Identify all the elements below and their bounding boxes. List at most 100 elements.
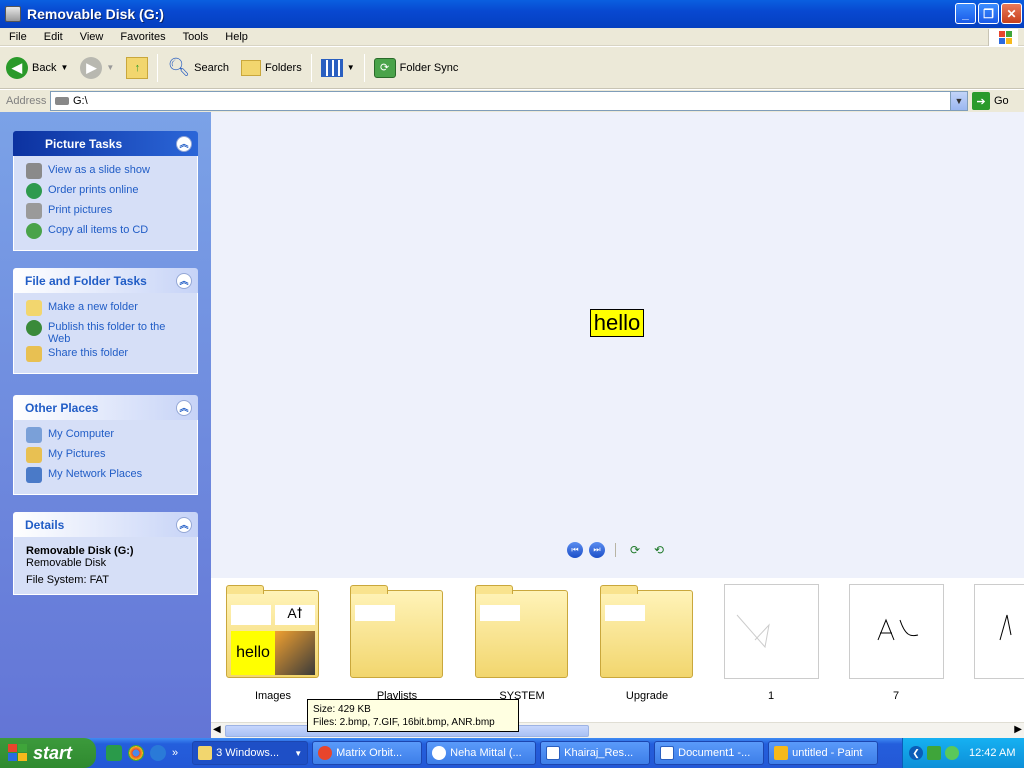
folder-icon (198, 746, 213, 760)
go-label: Go (994, 95, 1009, 107)
taskbar-button-neha-mittal[interactable]: Neha Mittal (... (426, 741, 537, 765)
address-label: Address (6, 95, 47, 107)
my-network-places-link[interactable]: My Network Places (26, 466, 187, 486)
collapse-icon[interactable]: ︽ (176, 516, 192, 533)
details-panel: Details ︽ Removable Disk (G:) Removable … (13, 512, 198, 595)
printer-icon (26, 203, 42, 219)
filmstrip-item-1[interactable]: 1 (723, 584, 819, 702)
filmstrip-item-system[interactable]: SYSTEM (474, 584, 570, 702)
taskbar-button-khairaj-resume[interactable]: Khairaj_Res... (540, 741, 651, 765)
chrome-icon (318, 746, 333, 760)
close-button[interactable]: ✕ (1001, 3, 1022, 24)
filmstrip-item-upgrade[interactable]: Upgrade (599, 584, 695, 702)
menu-view[interactable]: View (71, 31, 112, 43)
forward-arrow-icon: ▶ (80, 56, 103, 79)
window-title: Removable Disk (G:) (27, 6, 164, 22)
copy-to-cd-link[interactable]: Copy all items to CD (26, 222, 187, 242)
tooltip-size: Size: 429 KB (313, 704, 371, 715)
next-image-button[interactable]: ⏭ (589, 542, 605, 558)
sketch-thumbnail (736, 614, 770, 649)
network-icon (26, 467, 42, 483)
details-type: Removable Disk (26, 557, 107, 569)
my-pictures-link[interactable]: My Pictures (26, 446, 187, 466)
start-button[interactable]: start (0, 738, 96, 768)
details-header[interactable]: Details ︽ (13, 512, 198, 537)
preview-image[interactable]: hello (590, 309, 644, 337)
title-bar[interactable]: Removable Disk (G:) _ ❐ ✕ (0, 0, 1024, 28)
search-button[interactable]: 🔍︎ Search (161, 52, 235, 84)
preview-controls: ⏮ ⏭ ⟳ ⟲ (567, 542, 668, 558)
windows-flag-icon (8, 744, 28, 762)
group-dropdown-icon: ▼ (294, 748, 303, 758)
scroll-right-icon[interactable]: ▶ (1014, 724, 1022, 735)
quick-launch: » (106, 745, 178, 761)
views-button[interactable]: ▼ (315, 52, 361, 84)
back-label: Back (32, 61, 57, 74)
quicklaunch-more-icon[interactable]: » (172, 747, 178, 759)
print-pictures-link[interactable]: Print pictures (26, 202, 187, 222)
collapse-icon[interactable]: ︽ (176, 272, 192, 289)
previous-image-button[interactable]: ⏮ (567, 542, 583, 558)
menu-help[interactable]: Help (216, 31, 256, 43)
taskbar-button-document1[interactable]: Document1 -... (654, 741, 765, 765)
network-tray-icon[interactable] (927, 746, 941, 760)
file-folder-tasks-title: File and Folder Tasks (25, 273, 147, 288)
details-filesystem: File System: FAT (26, 574, 109, 586)
internet-explorer-icon[interactable] (150, 745, 166, 761)
back-dropdown-icon[interactable]: ▼ (60, 63, 68, 72)
taskbar-button-matrix-orbit[interactable]: Matrix Orbit... (312, 741, 423, 765)
address-value: G:\ (73, 95, 88, 107)
order-prints-link[interactable]: Order prints online (26, 182, 187, 202)
menu-favorites[interactable]: Favorites (111, 31, 173, 43)
filmstrip-item-7[interactable]: 7 (848, 584, 944, 702)
computer-icon (26, 427, 42, 443)
folder-sync-button[interactable]: ⟳ Folder Sync (368, 52, 465, 84)
up-button[interactable]: ↑ (120, 52, 154, 84)
rotate-clockwise-button[interactable]: ⟳ (626, 543, 644, 557)
publish-web-link[interactable]: Publish this folder to the Web (26, 319, 187, 345)
restore-button[interactable]: ❐ (978, 3, 999, 24)
views-icon (320, 58, 343, 77)
address-dropdown-button[interactable]: ▼ (950, 92, 967, 110)
forward-button[interactable]: ▶ ▼ (74, 52, 120, 84)
collapse-icon[interactable]: ︽ (176, 399, 192, 416)
task-pane: Picture Tasks ︽ View as a slide show Ord… (0, 112, 211, 738)
details-name: Removable Disk (G:) (26, 545, 134, 557)
my-computer-link[interactable]: My Computer (26, 426, 187, 446)
picture-tasks-header[interactable]: Picture Tasks ︽ (13, 131, 198, 156)
menu-edit[interactable]: Edit (35, 31, 71, 43)
back-button[interactable]: ◀ Back ▼ (0, 52, 74, 84)
clock[interactable]: 12:42 AM (969, 747, 1015, 759)
forward-dropdown-icon[interactable]: ▼ (106, 63, 114, 72)
filmstrip-item-8[interactable]: 8 (973, 584, 1024, 680)
scroll-left-icon[interactable]: ◀ (213, 724, 221, 735)
share-folder-link[interactable]: Share this folder (26, 345, 187, 365)
other-places-panel: Other Places ︽ My Computer My Pictures M… (13, 395, 198, 495)
show-hidden-icons-button[interactable]: ❮ (909, 746, 923, 760)
go-button[interactable]: ➔ Go (972, 92, 1009, 110)
filmstrip-label: 8 (973, 690, 1024, 702)
menu-file[interactable]: File (0, 31, 35, 43)
view-slideshow-link[interactable]: View as a slide show (26, 162, 187, 182)
menu-bar: File Edit View Favorites Tools Help (0, 28, 1024, 46)
quicklaunch-app-icon[interactable] (106, 745, 122, 761)
address-input[interactable]: G:\ ▼ (50, 91, 968, 111)
filmstrip-item-images[interactable]: Aꝉ hello Images (225, 584, 321, 702)
security-tray-icon[interactable] (945, 746, 959, 760)
photo-thumbnail (275, 631, 315, 675)
file-folder-tasks-panel: File and Folder Tasks ︽ Make a new folde… (13, 268, 198, 374)
menu-tools[interactable]: Tools (174, 31, 217, 43)
chrome-icon[interactable] (128, 745, 144, 761)
rotate-counterclockwise-button[interactable]: ⟲ (650, 543, 668, 557)
collapse-icon[interactable]: ︽ (176, 135, 192, 152)
folders-button[interactable]: Folders (235, 52, 308, 84)
filmstrip-item-playlists[interactable]: Playlists (349, 584, 445, 702)
taskbar-button-windows-group[interactable]: 3 Windows... ▼ (192, 741, 309, 765)
minimize-button[interactable]: _ (955, 3, 976, 24)
make-folder-link[interactable]: Make a new folder (26, 299, 187, 319)
pictures-folder-icon (26, 447, 42, 463)
file-folder-tasks-header[interactable]: File and Folder Tasks ︽ (13, 268, 198, 293)
taskbar-button-paint[interactable]: untitled - Paint (768, 741, 879, 765)
other-places-header[interactable]: Other Places ︽ (13, 395, 198, 420)
taskbar: start » 3 Windows... ▼ Matrix Orbit... N… (0, 738, 1024, 768)
